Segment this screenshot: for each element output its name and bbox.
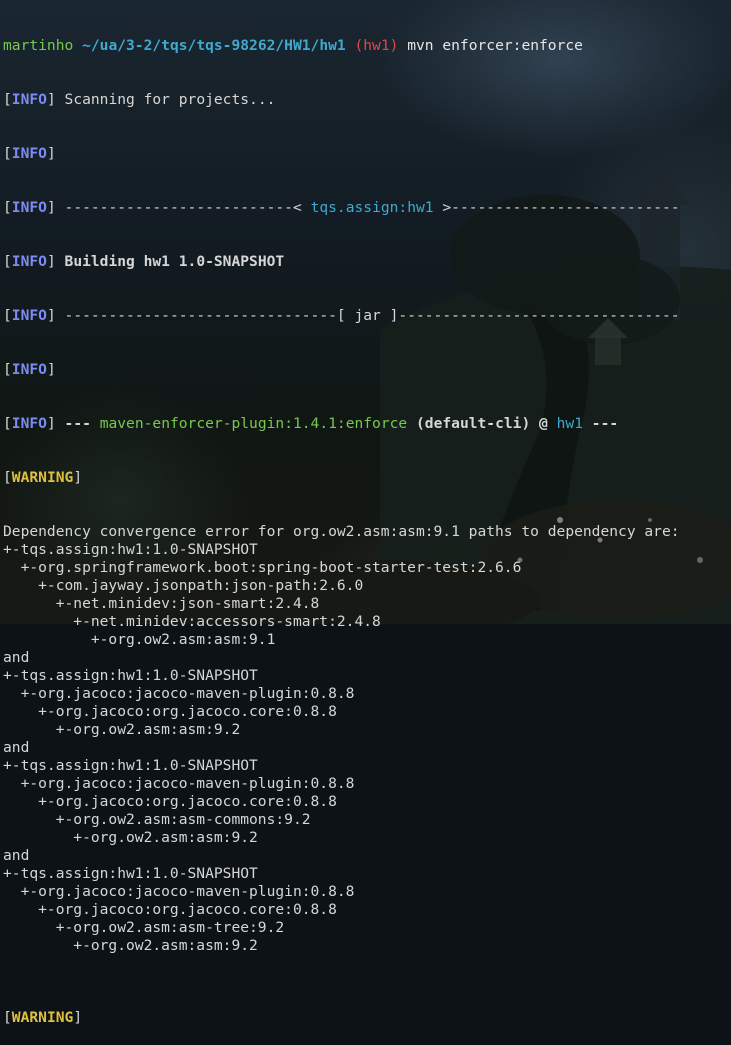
shell-prompt-line: martinho ~/ua/3-2/tqs/tqs-98262/HW1/hw1 … <box>3 37 680 55</box>
plugin-execution: (default-cli) <box>416 415 531 432</box>
output-line: +-org.ow2.asm:asm-tree:9.2 <box>3 919 285 936</box>
plugin-goal: maven-enforcer-plugin:1.4.1:enforce <box>99 415 408 432</box>
log-line: [INFO] <box>3 145 56 162</box>
info-tag: INFO <box>11 361 47 378</box>
log-line: [INFO] --------------------------< tqs.a… <box>3 199 680 216</box>
output-line: +-org.ow2.asm:asm:9.2 <box>3 829 258 846</box>
artifact-id: tqs.assign:hw1 <box>310 199 434 216</box>
warning-line: [WARNING] <box>3 1009 83 1026</box>
output-line: +-tqs.assign:hw1:1.0-SNAPSHOT <box>3 541 258 558</box>
output-line: and <box>3 847 30 864</box>
log-line: [INFO] --- maven-enforcer-plugin:1.4.1:e… <box>3 415 619 432</box>
prompt-command[interactable]: mvn enforcer:enforce <box>407 37 583 54</box>
output-line: Dependency convergence error for org.ow2… <box>3 523 680 540</box>
prompt-path: ~/ua/3-2/tqs/tqs-98262/HW1/hw1 <box>82 37 346 54</box>
output-line: and <box>3 649 30 666</box>
separator-right: >-------------------------- <box>442 199 680 216</box>
terminal-output: martinho ~/ua/3-2/tqs/tqs-98262/HW1/hw1 … <box>3 1 680 1045</box>
prompt-user: martinho <box>3 37 74 54</box>
log-line: [INFO] <box>3 361 56 378</box>
packaging-separator: -------------------------------[ jar ]--… <box>64 307 680 324</box>
output-line: +-org.jacoco:jacoco-maven-plugin:0.8.8 <box>3 883 355 900</box>
separator-left: --------------------------< <box>64 199 302 216</box>
info-tag: INFO <box>11 415 47 432</box>
info-tag: INFO <box>11 199 47 216</box>
log-line: [INFO] -------------------------------[ … <box>3 307 680 324</box>
info-tag: INFO <box>11 307 47 324</box>
info-tag: INFO <box>11 91 47 108</box>
output-line: +-org.jacoco:org.jacoco.core:0.8.8 <box>3 901 337 918</box>
log-line: [INFO] Scanning for projects... <box>3 91 276 108</box>
log-text: Scanning for projects... <box>64 91 276 108</box>
output-line: +-org.jacoco:jacoco-maven-plugin:0.8.8 <box>3 775 355 792</box>
output-line: +-net.minidev:accessors-smart:2.4.8 <box>3 613 381 630</box>
output-line: +-org.ow2.asm:asm:9.1 <box>3 631 276 648</box>
output-line: +-tqs.assign:hw1:1.0-SNAPSHOT <box>3 667 258 684</box>
info-tag: INFO <box>11 145 47 162</box>
output-line: +-org.ow2.asm:asm-commons:9.2 <box>3 811 311 828</box>
output-line: +-net.minidev:json-smart:2.4.8 <box>3 595 320 612</box>
plugin-prefix: --- <box>64 415 91 432</box>
build-title: Building hw1 1.0-SNAPSHOT <box>64 253 285 270</box>
output-line: +-tqs.assign:hw1:1.0-SNAPSHOT <box>3 757 258 774</box>
log-line: [INFO] Building hw1 1.0-SNAPSHOT <box>3 253 285 270</box>
warning-tag: WARNING <box>11 1009 74 1026</box>
output-line: +-tqs.assign:hw1:1.0-SNAPSHOT <box>3 865 258 882</box>
prompt-branch: (hw1) <box>354 37 399 54</box>
output-line: and <box>3 739 30 756</box>
dependency-tree-output: Dependency convergence error for org.ow2… <box>3 523 680 973</box>
plugin-at: @ <box>539 415 548 432</box>
output-line: +-org.ow2.asm:asm:9.2 <box>3 721 241 738</box>
warning-line: [WARNING] <box>3 469 83 486</box>
output-line: +-org.jacoco:org.jacoco.core:0.8.8 <box>3 793 337 810</box>
info-tag: INFO <box>11 253 47 270</box>
output-line: +-org.ow2.asm:asm:9.2 <box>3 937 258 954</box>
output-line: +-org.jacoco:jacoco-maven-plugin:0.8.8 <box>3 685 355 702</box>
plugin-module: hw1 <box>556 415 583 432</box>
output-line: +-org.springframework.boot:spring-boot-s… <box>3 559 522 576</box>
output-line: +-com.jayway.jsonpath:json-path:2.6.0 <box>3 577 364 594</box>
output-line: +-org.jacoco:org.jacoco.core:0.8.8 <box>3 703 337 720</box>
warning-tag: WARNING <box>11 469 74 486</box>
plugin-suffix: --- <box>591 415 619 432</box>
